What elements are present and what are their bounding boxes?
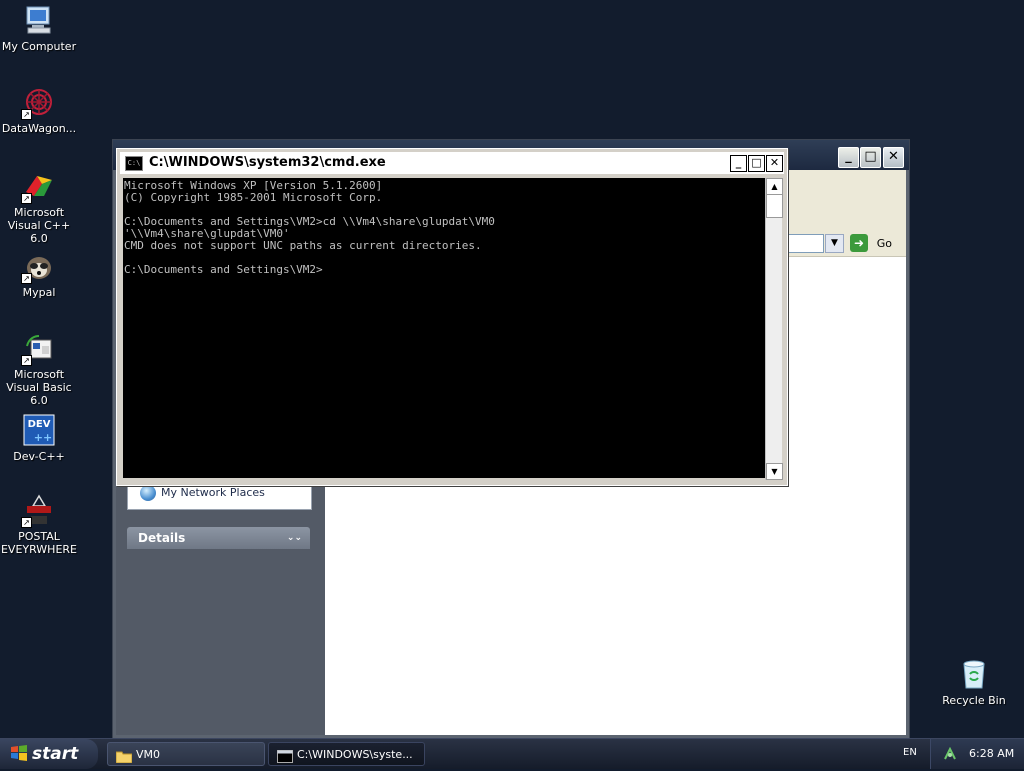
- desktop-icon-visual-basic[interactable]: ↗ Microsoft Visual Basic 6.0: [0, 332, 78, 407]
- datawagon-icon: ↗: [21, 86, 55, 120]
- shortcut-arrow-icon: ↗: [21, 273, 32, 284]
- cmd-icon: [277, 748, 293, 763]
- svg-text:DEV: DEV: [28, 419, 51, 430]
- go-arrow-icon[interactable]: ➜: [850, 234, 868, 252]
- cmd-close-button[interactable]: ✕: [766, 155, 783, 172]
- scroll-down-arrow-icon[interactable]: ▼: [766, 463, 783, 480]
- mypal-icon: ↗: [21, 250, 55, 284]
- my-network-places-link[interactable]: My Network Places: [140, 485, 265, 501]
- desktop-icon-postal[interactable]: ↗ POSTAL EVEYRWHERE: [0, 494, 78, 556]
- cmd-titlebar[interactable]: C:\ C:\WINDOWS\system32\cmd.exe _ □ ✕: [120, 152, 784, 174]
- desktop-icon-label: Microsoft Visual Basic 6.0: [6, 368, 72, 407]
- console-text: Microsoft Windows XP [Version 5.1.2600] …: [124, 179, 495, 276]
- desktop-icon-recycle-bin[interactable]: Recycle Bin: [935, 658, 1013, 707]
- cmd-minimize-button[interactable]: _: [730, 155, 747, 172]
- taskbar-button-vm0[interactable]: VM0: [107, 742, 265, 766]
- taskbar-button-label: VM0: [136, 748, 161, 761]
- start-label: start: [32, 744, 79, 764]
- desktop-icon-dev-cpp[interactable]: DEV ++ Dev-C++: [0, 414, 78, 463]
- desktop-icon-label: Recycle Bin: [942, 694, 1006, 707]
- computer-icon: [23, 4, 55, 36]
- vertical-scrollbar[interactable]: ▲ ▼: [765, 178, 783, 480]
- desktop-icon-mypal[interactable]: ↗ Mypal: [0, 250, 78, 299]
- cmd-title: C:\WINDOWS\system32\cmd.exe: [149, 155, 386, 170]
- svg-text:++: ++: [34, 431, 52, 444]
- shortcut-arrow-icon: ↗: [21, 109, 32, 120]
- desktop-icon-visual-cpp[interactable]: ↗ Microsoft Visual C++ 6.0: [0, 170, 78, 245]
- scroll-up-arrow-icon[interactable]: ▲: [766, 178, 783, 195]
- recycle-bin-icon: [958, 658, 990, 690]
- language-indicator[interactable]: EN: [903, 747, 917, 758]
- taskbar: start VM0 C:\WINDOWS\syste... EN 6:28 AM: [0, 738, 1024, 769]
- maximize-button[interactable]: □: [860, 147, 881, 168]
- details-label: Details: [138, 531, 186, 545]
- details-panel-header[interactable]: Details ⌄⌄: [127, 527, 310, 549]
- desktop-icon-label: Mypal: [22, 286, 56, 299]
- taskbar-button-cmd[interactable]: C:\WINDOWS\syste...: [268, 742, 425, 766]
- desktop-icon-label: My Computer: [1, 40, 77, 53]
- cmd-window[interactable]: C:\ C:\WINDOWS\system32\cmd.exe _ □ ✕ Mi…: [116, 148, 788, 486]
- system-tray: 6:28 AM: [930, 739, 1024, 769]
- network-globe-icon: [140, 485, 156, 501]
- my-network-places-label: My Network Places: [161, 486, 265, 499]
- taskbar-button-label: C:\WINDOWS\syste...: [297, 748, 413, 761]
- network-tray-icon[interactable]: [943, 746, 957, 761]
- dev-cpp-icon: DEV ++: [23, 414, 55, 446]
- postal-icon: ↗: [21, 494, 55, 528]
- shortcut-arrow-icon: ↗: [21, 355, 32, 366]
- desktop-icon-label: Dev-C++: [13, 450, 65, 463]
- shortcut-arrow-icon: ↗: [21, 193, 32, 204]
- visual-basic-icon: ↗: [21, 332, 55, 366]
- close-button[interactable]: ✕: [883, 147, 904, 168]
- windows-flag-icon: [10, 741, 28, 761]
- desktop-icon-label: DataWagon...: [1, 122, 77, 135]
- desktop-icon-datawagon[interactable]: ↗ DataWagon...: [0, 86, 78, 135]
- clock[interactable]: 6:28 AM: [969, 747, 1014, 760]
- shortcut-arrow-icon: ↗: [21, 517, 32, 528]
- cmd-maximize-button[interactable]: □: [748, 155, 765, 172]
- scroll-thumb[interactable]: [766, 194, 783, 218]
- cmd-icon: C:\: [125, 156, 143, 171]
- start-button[interactable]: start: [0, 739, 98, 769]
- folder-icon: [115, 748, 133, 764]
- desktop-icon-label: Microsoft Visual C++ 6.0: [7, 206, 71, 245]
- desktop-icon-my-computer[interactable]: My Computer: [0, 4, 78, 53]
- address-dropdown-button[interactable]: ▼: [825, 234, 844, 253]
- minimize-button[interactable]: _: [838, 147, 859, 168]
- desktop-icon-label: POSTAL EVEYRWHERE: [0, 530, 78, 556]
- visual-cpp-icon: ↗: [21, 170, 55, 204]
- go-button[interactable]: Go: [877, 237, 892, 250]
- console-output[interactable]: Microsoft Windows XP [Version 5.1.2600] …: [123, 178, 765, 478]
- chevron-down-icon[interactable]: ⌄⌄: [287, 527, 302, 549]
